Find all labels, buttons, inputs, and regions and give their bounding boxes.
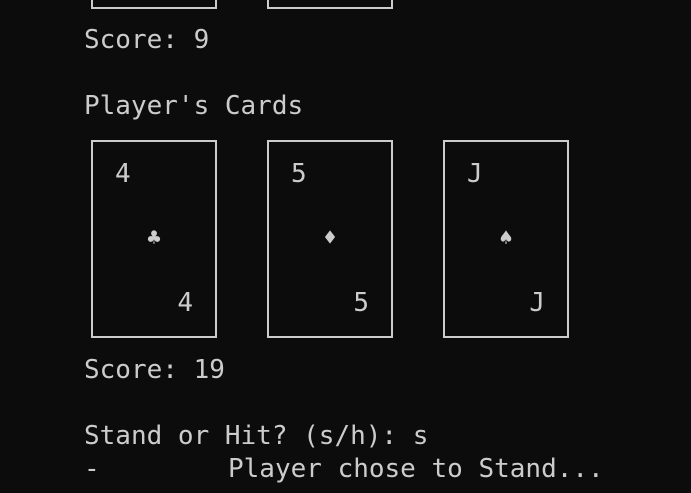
card-rank-top: 5 <box>291 159 307 189</box>
player-card-3: J ♠ J <box>443 140 569 338</box>
player-card-1: 4 ♣ 4 <box>91 140 217 338</box>
player-cards-heading: Player's Cards <box>84 91 304 121</box>
diamond-suit-icon: ♦ <box>323 226 337 251</box>
dealer-card-1-bottom <box>91 0 217 9</box>
status-message: Player chose to Stand... <box>228 454 604 484</box>
card-rank-top: 4 <box>115 159 131 189</box>
spinner: - <box>84 454 100 484</box>
card-rank-top: J <box>467 159 483 189</box>
spade-suit-icon: ♠ <box>499 226 513 251</box>
card-rank-bottom: J <box>529 288 545 318</box>
stand-or-hit-prompt[interactable]: Stand or Hit? (s/h): s <box>84 420 428 453</box>
dealer-card-2-bottom <box>267 0 393 9</box>
player-score: Score: 19 <box>84 355 225 385</box>
player-card-2: 5 ♦ 5 <box>267 140 393 338</box>
terminal-window: { "dealer": { "score_line": "Score: 9" }… <box>0 0 691 493</box>
dealer-score: Score: 9 <box>84 25 210 55</box>
club-suit-icon: ♣ <box>147 226 161 251</box>
card-rank-bottom: 4 <box>177 288 193 318</box>
card-rank-bottom: 5 <box>353 288 369 318</box>
